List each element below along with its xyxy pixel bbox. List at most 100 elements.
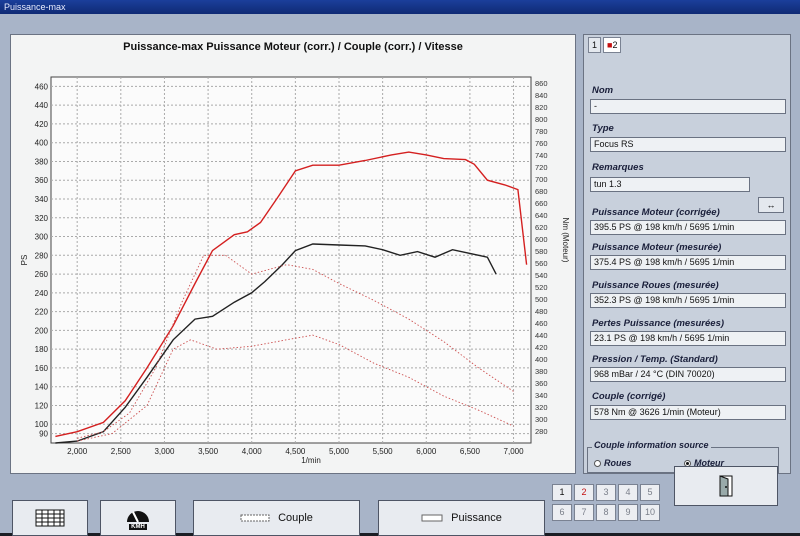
source-roues-radio[interactable]: Roues [594,458,632,468]
y-left-tick-label: 260 [35,270,49,279]
y-right-tick-label: 760 [535,139,548,148]
remarques-field[interactable]: tun 1.3 [590,177,750,192]
pression-temp-value: 968 mBar / 24 °C (DIN 70020) [590,367,786,382]
page-5-button[interactable]: 5 [640,484,660,501]
y-right-tick-label: 680 [535,187,548,196]
puissance-moteur-corrigee-label: Puissance Moteur (corrigée) [592,207,720,218]
x-axis-label: 1/min [301,456,321,465]
x-tick-label: 4,500 [285,447,306,456]
y-left-tick-label: 420 [35,120,49,129]
couple-corrige-value: 578 Nm @ 3626 1/min (Moteur) [590,405,786,420]
kmh-button[interactable]: KMH [100,500,176,536]
puissance-button[interactable]: Puissance [378,500,545,536]
y-left-tick-label: 120 [35,401,49,410]
couple-source-label: Couple information source [592,440,711,450]
exit-door-icon [719,475,733,497]
y-right-tick-label: 460 [535,319,548,328]
table-view-button[interactable] [12,500,88,536]
y-right-tick-label: 780 [535,127,548,136]
y-left-tick-label: 300 [35,233,49,242]
y-left-tick-label: 360 [35,176,49,185]
y-right-tick-label: 440 [535,331,548,340]
page-3-button[interactable]: 3 [596,484,616,501]
y-left-tick-label: 340 [35,195,49,204]
page-2-button[interactable]: 2 [574,484,594,501]
y-right-tick-label: 860 [535,79,548,88]
radio-roues-label: Roues [604,458,632,468]
puissance-roues-value: 352.3 PS @ 198 km/h / 5695 1/min [590,293,786,308]
nom-field[interactable]: - [590,99,786,114]
x-tick-label: 2,000 [67,447,88,456]
exit-button[interactable] [674,466,778,506]
x-tick-label: 2,500 [111,447,132,456]
y-right-tick-label: 560 [535,259,548,268]
y-right-tick-label: 360 [535,379,548,388]
tab-2-label: 2 [612,40,618,50]
y-left-tick-label: 220 [35,308,49,317]
kmh-label: KMH [129,523,147,530]
tab-2[interactable]: ■2 [603,37,622,53]
y-right-tick-label: 480 [535,307,548,316]
y-right-tick-label: 800 [535,115,548,124]
y-right-tick-label: 340 [535,391,548,400]
y-left-axis-label: PS [20,255,29,266]
page-6-button[interactable]: 6 [552,504,572,521]
x-tick-label: 6,500 [460,447,481,456]
page-10-button[interactable]: 10 [640,504,660,521]
y-left-tick-label: 460 [35,82,49,91]
pertes-puissance-label: Pertes Puissance (mesurées) [592,318,725,329]
y-right-tick-label: 300 [535,415,548,424]
workspace: Puissance-max Puissance Moteur (corr.) /… [0,14,800,536]
remarques-expand-button[interactable]: ↔ [758,197,784,213]
y-right-tick-label: 500 [535,295,548,304]
page-1-button[interactable]: 1 [552,484,572,501]
x-tick-label: 7,000 [504,447,525,456]
y-right-tick-label: 540 [535,271,548,280]
y-right-tick-label: 820 [535,103,548,112]
puissance-legend-icon [421,514,443,522]
window-title: Puissance-max [0,0,800,14]
y-right-tick-label: 400 [535,355,548,364]
nom-label: Nom [592,85,614,96]
x-tick-label: 6,000 [416,447,437,456]
page-9-button[interactable]: 9 [618,504,638,521]
y-right-tick-label: 320 [535,403,548,412]
type-label: Type [592,123,614,134]
dyno-chart: 2,000 2,500 3,000 3,500 4,000 4,500 5,000 5,500… [20,76,570,465]
y-right-tick-label: 280 [535,427,548,436]
y-right-tick-label: 700 [535,175,548,184]
y-left-tick-label: 320 [35,214,49,223]
y-right-tick-label: 600 [535,235,548,244]
pression-temp-label: Pression / Temp. (Standard) [592,354,718,365]
puissance-moteur-mesuree-value: 375.4 PS @ 198 km/h / 5695 1/min [590,255,786,270]
type-field[interactable]: Focus RS [590,137,786,152]
x-tick-label: 5,500 [373,447,394,456]
y-right-tick-label: 420 [535,343,548,352]
y-left-tick-label: 140 [35,383,49,392]
couple-button-label: Couple [278,512,313,524]
info-panel: 1 ■2 Nom - Type Focus RS Remarques tun 1… [583,34,791,474]
x-tick-label: 3,000 [154,447,175,456]
y-right-tick-label: 660 [535,199,548,208]
speedometer-icon [127,510,149,522]
y-left-tick-label: 240 [35,289,49,298]
page-8-button[interactable]: 8 [596,504,616,521]
couple-button[interactable]: Couple [193,500,360,536]
pertes-puissance-value: 23.1 PS @ 198 km/h / 5695 1/min [590,331,786,346]
puissance-button-label: Puissance [451,512,502,524]
y-left-tick-label: 100 [35,420,49,429]
y-right-tick-label: 740 [535,151,548,160]
page-7-button[interactable]: 7 [574,504,594,521]
radio-roues-dot [594,459,601,467]
y-left-tick-label: 400 [35,139,49,148]
y-left-tick-label: 160 [35,364,49,373]
y-right-axis-label: Nm (Moteur) [561,218,570,263]
y-left-tick-label: 280 [35,251,49,260]
y-right-tick-label: 620 [535,223,548,232]
puissance-moteur-corrigee-value: 395.5 PS @ 198 km/h / 5695 1/min [590,220,786,235]
y-left-tick-label: 380 [35,157,49,166]
plot-area [50,76,532,444]
puissance-moteur-mesuree-label: Puissance Moteur (mesurée) [592,242,722,253]
page-4-button[interactable]: 4 [618,484,638,501]
tab-1[interactable]: 1 [588,37,602,53]
